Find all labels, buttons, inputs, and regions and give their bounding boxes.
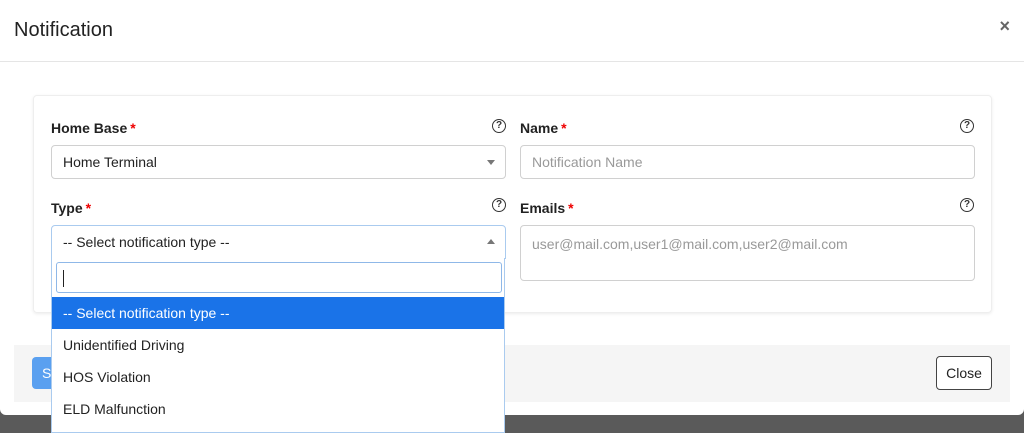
name-input[interactable]: Notification Name — [520, 145, 975, 179]
type-select[interactable]: -- Select notification type -- — [51, 225, 506, 259]
dropdown-option[interactable]: Unidentified Driving — [52, 329, 504, 361]
type-label: Type * — [51, 200, 92, 216]
dropdown-option[interactable]: -- Select notification type -- — [52, 297, 504, 329]
home-base-select[interactable]: Home Terminal — [51, 145, 506, 179]
emails-textarea[interactable]: user@mail.com,user1@mail.com,user2@mail.… — [520, 225, 975, 281]
help-icon[interactable]: ? — [492, 198, 506, 212]
name-label: Name * — [520, 120, 567, 136]
dropdown-option[interactable]: HOS Violation — [52, 361, 504, 393]
help-icon[interactable]: ? — [492, 119, 506, 133]
help-icon[interactable]: ? — [960, 119, 974, 133]
emails-label: Emails * — [520, 200, 574, 216]
home-base-label: Home Base * — [51, 120, 136, 136]
dropdown-option[interactable]: ELD Malfunction — [52, 393, 504, 425]
modal-header: Notification × — [0, 0, 1024, 62]
text-caret — [63, 270, 64, 287]
type-dropdown: -- Select notification type -- Unidentif… — [51, 258, 505, 433]
dropdown-search-input[interactable] — [56, 262, 502, 293]
help-icon[interactable]: ? — [960, 198, 974, 212]
modal-title: Notification — [14, 19, 113, 41]
close-icon[interactable]: × — [999, 16, 1010, 37]
close-button[interactable]: Close — [936, 356, 992, 390]
